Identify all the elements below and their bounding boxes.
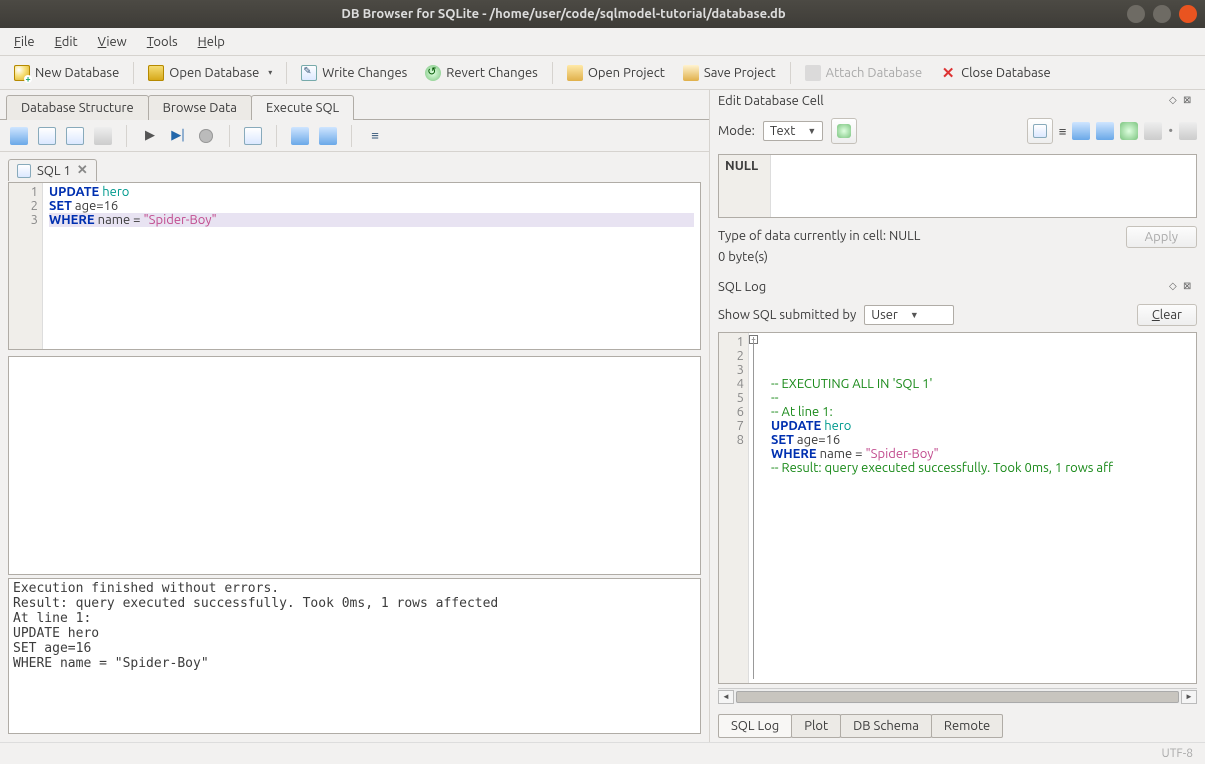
tab-remote[interactable]: Remote: [931, 714, 1003, 738]
horizontal-scrollbar[interactable]: ◄ ►: [718, 688, 1197, 704]
main-toolbar: New Database Open Database▾ Write Change…: [0, 56, 1205, 90]
write-icon: [301, 65, 317, 81]
close-x-icon: ✕: [940, 65, 956, 81]
auto-icon: [837, 124, 851, 138]
open-database-button[interactable]: Open Database▾: [140, 62, 280, 84]
stop-icon[interactable]: [197, 127, 215, 145]
chevron-down-icon: ▼: [910, 310, 919, 320]
run-icon[interactable]: ▶: [141, 127, 159, 145]
export-icon[interactable]: [1096, 122, 1114, 140]
window-titlebar: DB Browser for SQLite - /home/user/code/…: [0, 0, 1205, 28]
tab-plot[interactable]: Plot: [791, 714, 841, 738]
sql-log-header: SQL Log ◇ ⊠: [710, 276, 1205, 298]
indent-icon[interactable]: ≡: [1059, 124, 1067, 139]
result-log[interactable]: Execution finished without errors. Resul…: [8, 578, 701, 734]
import-icon[interactable]: [1072, 122, 1090, 140]
new-database-button[interactable]: New Database: [6, 62, 127, 84]
null-icon[interactable]: [1120, 122, 1138, 140]
mode-select[interactable]: Text▼: [763, 121, 823, 141]
editor-gutter: 1 2 3: [9, 183, 43, 349]
scroll-left-icon[interactable]: ◄: [718, 690, 734, 704]
new-tab-icon[interactable]: [10, 127, 28, 145]
window-minimize-button[interactable]: [1127, 5, 1145, 23]
editor-code[interactable]: UPDATE heroSET age=16WHERE name = "Spide…: [43, 183, 700, 349]
revert-changes-button[interactable]: Revert Changes: [417, 62, 546, 84]
clear-button[interactable]: Clear: [1137, 304, 1197, 326]
text-format-button[interactable]: [1027, 118, 1053, 144]
cell-text-area[interactable]: [771, 155, 1196, 217]
folder-open-icon: [567, 65, 583, 81]
tool-icon[interactable]: [1144, 122, 1162, 140]
auto-switch-button[interactable]: [831, 118, 857, 144]
indent-icon[interactable]: ≡: [366, 127, 384, 145]
undock-icon[interactable]: ◇: [1169, 280, 1183, 294]
open-project-button[interactable]: Open Project: [559, 62, 673, 84]
tab-execute-sql[interactable]: Execute SQL: [251, 95, 354, 120]
log-code: − -- EXECUTING ALL IN 'SQL 1'---- At lin…: [749, 333, 1196, 683]
save-icon: [683, 65, 699, 81]
mode-row: Mode: Text▼ ≡ •: [710, 112, 1205, 150]
null-label: NULL: [719, 155, 771, 217]
sql-tab-1[interactable]: SQL 1 ✕: [8, 159, 97, 181]
scroll-thumb[interactable]: [736, 691, 1179, 703]
edit-cell-header: Edit Database Cell ◇ ⊠: [710, 90, 1205, 112]
save-project-button[interactable]: Save Project: [675, 62, 784, 84]
save-sql-icon[interactable]: [66, 127, 84, 145]
encoding-label: UTF-8: [1162, 747, 1193, 760]
window-maximize-button[interactable]: [1153, 5, 1171, 23]
main-tabs: Database Structure Browse Data Execute S…: [0, 90, 709, 120]
result-grid[interactable]: [8, 356, 701, 575]
tab-database-structure[interactable]: Database Structure: [6, 95, 149, 120]
close-tab-icon[interactable]: ✕: [77, 163, 88, 178]
sql-log-editor[interactable]: 12345678 − -- EXECUTING ALL IN 'SQL 1'--…: [718, 332, 1197, 684]
menu-tools[interactable]: Tools: [139, 33, 186, 51]
close-database-button[interactable]: ✕Close Database: [932, 62, 1059, 84]
window-title: DB Browser for SQLite - /home/user/code/…: [8, 7, 1119, 21]
save-result-icon[interactable]: [244, 127, 262, 145]
menu-view[interactable]: View: [90, 33, 135, 51]
database-new-icon: [14, 65, 30, 81]
find-replace-icon[interactable]: [319, 127, 337, 145]
document-icon: [1033, 124, 1047, 138]
print-icon[interactable]: [94, 127, 112, 145]
attach-icon: [805, 65, 821, 81]
sql-editor[interactable]: 1 2 3 UPDATE heroSET age=16WHERE name = …: [8, 182, 701, 350]
cell-editor[interactable]: NULL: [718, 154, 1197, 218]
submitter-select[interactable]: User▼: [864, 305, 954, 325]
sql-tabs: SQL 1 ✕: [0, 152, 709, 182]
dot-icon[interactable]: •: [1168, 124, 1173, 138]
write-changes-button[interactable]: Write Changes: [293, 62, 415, 84]
close-panel-icon[interactable]: ⊠: [1183, 280, 1197, 294]
window-close-button[interactable]: [1179, 5, 1197, 23]
scroll-right-icon[interactable]: ►: [1181, 690, 1197, 704]
open-sql-icon[interactable]: [38, 127, 56, 145]
bottom-tabs: SQL Log Plot DB Schema Remote: [710, 710, 1205, 742]
status-bar: UTF-8: [0, 742, 1205, 764]
attach-database-button[interactable]: Attach Database: [797, 62, 931, 84]
tab-sql-log[interactable]: SQL Log: [718, 714, 792, 738]
find-icon[interactable]: [291, 127, 309, 145]
log-gutter: 12345678: [719, 333, 749, 683]
document-icon: [17, 164, 31, 178]
undock-icon[interactable]: ◇: [1169, 94, 1183, 108]
run-line-icon[interactable]: ▶|: [169, 127, 187, 145]
mode-label: Mode:: [718, 124, 755, 138]
revert-icon: [425, 65, 441, 81]
cell-info: Type of data currently in cell: NULL 0 b…: [718, 226, 1126, 268]
menu-help[interactable]: Help: [190, 33, 233, 51]
print-icon[interactable]: [1179, 122, 1197, 140]
tab-browse-data[interactable]: Browse Data: [148, 95, 252, 120]
apply-button[interactable]: Apply: [1126, 226, 1197, 248]
show-label: Show SQL submitted by: [718, 308, 856, 322]
sql-toolbar: ▶ ▶| ≡: [0, 120, 709, 152]
database-open-icon: [148, 65, 164, 81]
menu-bar: File Edit View Tools Help: [0, 28, 1205, 56]
chevron-down-icon: ▼: [807, 126, 816, 136]
chevron-down-icon: ▾: [268, 68, 272, 77]
sql-log-controls: Show SQL submitted by User▼ Clear: [710, 298, 1205, 332]
tab-db-schema[interactable]: DB Schema: [840, 714, 932, 738]
close-panel-icon[interactable]: ⊠: [1183, 94, 1197, 108]
menu-file[interactable]: File: [6, 33, 43, 51]
menu-edit[interactable]: Edit: [47, 33, 86, 51]
